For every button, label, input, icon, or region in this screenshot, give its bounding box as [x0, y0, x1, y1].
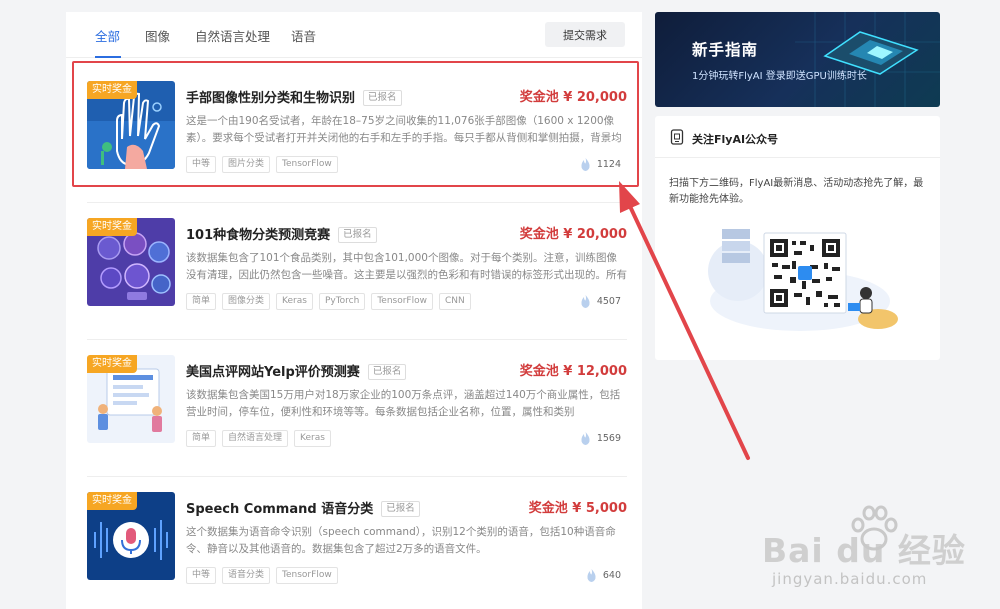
tag: PyTorch	[318, 293, 366, 310]
view-count: 640	[586, 569, 621, 582]
registered-status: 已报名	[363, 90, 402, 106]
phone-icon	[670, 129, 684, 145]
tab-nlp[interactable]: 自然语言处理	[195, 26, 270, 45]
prize-pool: 奖金池 ¥ 5,000	[528, 501, 627, 516]
tag: Keras	[276, 293, 313, 310]
competition-list-panel: 全部 图像 自然语言处理 语音 提交需求 实时奖金 手部图像性别分类和生物识别已…	[66, 12, 642, 609]
card-title-text[interactable]: 101种食物分类预测竞赛	[186, 228, 330, 243]
competition-card[interactable]: 实时奖金 手部图像性别分类和生物识别 已报名 奖金池 ¥ 20,000 这是一个由…	[87, 74, 627, 192]
banner-subtitle: 1分钟玩转FlyAI 登录即送GPU训练时长	[692, 71, 867, 82]
watermark: Bai du 经验 jingyan.baidu.com	[762, 505, 998, 606]
wechat-description: 扫描下方二维码，FlyAI最新消息、活动动态抢先了解，最新功能抢先体验。	[669, 178, 924, 205]
view-count: 1124	[580, 158, 621, 171]
tag: 中等	[186, 156, 217, 173]
tag-list: 简单 图像分类 Keras PyTorch TensorFlow CNN	[186, 293, 471, 310]
active-tab-indicator	[95, 56, 121, 58]
card-title-text[interactable]: 美国点评网站Yelp评价预测赛	[186, 365, 360, 380]
tag: 自然语言处理	[222, 430, 289, 447]
card-description: 这是一个由190名受试者，年龄在18–75岁之间收集的11,076张手部图像（1…	[186, 115, 622, 144]
tab-image[interactable]: 图像	[145, 26, 170, 45]
tab-speech[interactable]: 语音	[291, 26, 316, 45]
card-description: 该数据集包含了101个食品类别，其中包含101,000个图像。对于每个类别。注意…	[186, 252, 627, 281]
category-tabs: 全部 图像 自然语言处理 语音 提交需求	[66, 12, 642, 58]
card-thumbnail: 实时奖金	[87, 355, 175, 443]
card-title-text[interactable]: 手部图像性别分类和生物识别	[186, 91, 355, 106]
realtime-prize-badge: 实时奖金	[87, 355, 137, 373]
wechat-header: 关注FlyAI公众号	[655, 116, 940, 158]
tag: 简单	[186, 430, 217, 447]
view-count-value: 1569	[596, 433, 621, 444]
tag: TensorFlow	[276, 567, 338, 584]
beginner-guide-banner[interactable]: 新手指南 1分钟玩转FlyAI 登录即送GPU训练时长	[655, 12, 940, 107]
flame-icon	[587, 569, 596, 582]
wechat-follow-panel: 关注FlyAI公众号 扫描下方二维码，FlyAI最新消息、活动动态抢先了解，最新…	[655, 116, 940, 360]
card-thumbnail: 实时奖金	[87, 81, 175, 169]
competition-card[interactable]: 实时奖金 Speech Command 语音分类 已报名 奖金池 ¥ 5,000 …	[87, 485, 627, 603]
tag: 图片分类	[222, 156, 271, 173]
view-count-value: 640	[602, 570, 621, 581]
view-count: 1569	[580, 432, 621, 445]
competition-card[interactable]: 实时奖金 美国点评网站Yelp评价预测赛 已报名 奖金池 ¥ 12,000 该数据…	[87, 348, 627, 466]
watermark-url: jingyan.baidu.com	[772, 570, 928, 588]
tag: 图像分类	[222, 293, 271, 310]
banner-title: 新手指南	[692, 41, 759, 59]
card-title[interactable]: Speech Command 语音分类 已报名	[186, 498, 420, 517]
realtime-prize-badge: 实时奖金	[87, 81, 137, 99]
tag: 语音分类	[222, 567, 271, 584]
tag: Keras	[294, 430, 331, 447]
realtime-prize-badge: 实时奖金	[87, 218, 137, 236]
card-description: 这个数据集为语音命令识别（speech command），识别12个类别的语音，…	[186, 526, 616, 555]
flame-icon	[581, 158, 590, 171]
tag: TensorFlow	[276, 156, 338, 173]
flame-icon	[581, 432, 590, 445]
tag: 中等	[186, 567, 217, 584]
tag-list: 中等 图片分类 TensorFlow	[186, 156, 338, 173]
card-divider	[87, 476, 627, 477]
card-divider	[87, 339, 627, 340]
view-count: 4507	[580, 295, 621, 308]
tag-list: 中等 语音分类 TensorFlow	[186, 567, 338, 584]
prize-pool: 奖金池 ¥ 20,000	[519, 90, 627, 105]
view-count-value: 1124	[596, 159, 621, 170]
registered-status: 已报名	[381, 501, 420, 517]
card-description: 该数据集包含美国15万用户对18万家企业的100万条点评，涵盖超过140万个商业…	[186, 389, 621, 418]
prize-pool: 奖金池 ¥ 12,000	[519, 364, 627, 379]
card-thumbnail: 实时奖金	[87, 218, 175, 306]
flame-icon	[581, 295, 590, 308]
tag: 简单	[186, 293, 217, 310]
card-title-text[interactable]: Speech Command 语音分类	[186, 502, 373, 517]
tab-all[interactable]: 全部	[95, 26, 120, 45]
registered-status: 已报名	[367, 364, 407, 380]
prize-pool: 奖金池 ¥ 20,000	[519, 227, 627, 242]
realtime-prize-badge: 实时奖金	[87, 492, 137, 510]
registered-status: 已报名	[338, 227, 377, 243]
card-title[interactable]: 101种食物分类预测竞赛 已报名	[186, 224, 377, 243]
submit-request-button[interactable]: 提交需求	[545, 22, 625, 47]
view-count-value: 4507	[596, 296, 621, 307]
card-divider	[87, 202, 627, 203]
tag: CNN	[438, 293, 471, 310]
card-thumbnail: 实时奖金	[87, 492, 175, 580]
card-title[interactable]: 美国点评网站Yelp评价预测赛 已报名	[186, 361, 407, 380]
tag-list: 简单 自然语言处理 Keras	[186, 430, 331, 447]
tag: TensorFlow	[371, 293, 433, 310]
wechat-title: 关注FlyAI公众号	[692, 133, 779, 146]
watermark-brand: Bai du 经验	[762, 531, 966, 570]
competition-card[interactable]: 实时奖金 101种食物分类预测竞赛 已报名 奖金池 ¥ 20,000 该数据集包含…	[87, 211, 627, 329]
card-title[interactable]: 手部图像性别分类和生物识别 已报名	[186, 87, 402, 106]
qr-code-illustration-icon	[708, 229, 898, 331]
